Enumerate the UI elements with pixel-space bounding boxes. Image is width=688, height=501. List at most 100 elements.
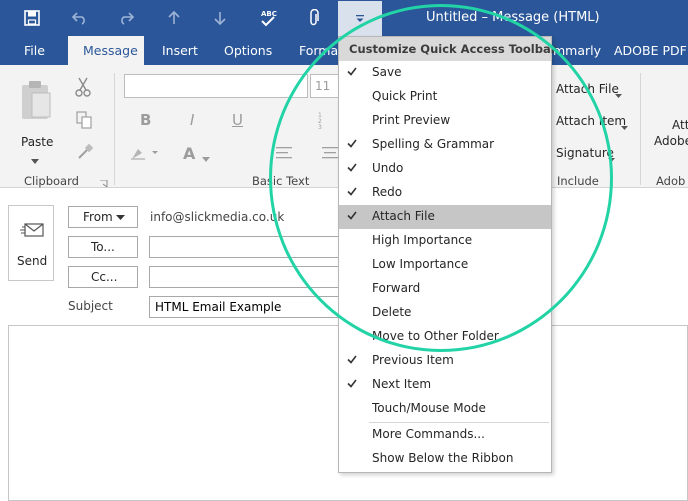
- font-size-value: 11: [315, 79, 331, 93]
- menu-item-low-importance[interactable]: Low Importance: [339, 253, 551, 277]
- font-color-button[interactable]: A: [183, 144, 195, 163]
- signature-button[interactable]: Signature: [556, 146, 614, 160]
- menu-item-save[interactable]: Save: [339, 61, 551, 85]
- menu-item-label: Show Below the Ribbon: [372, 451, 514, 465]
- menu-item-forward[interactable]: Forward: [339, 277, 551, 301]
- menu-item-high-importance[interactable]: High Importance: [339, 229, 551, 253]
- numbered-list-icon[interactable]: 123: [318, 111, 338, 132]
- title-bar: ABC Untitled – Message (HTML): [0, 0, 688, 36]
- send-envelope-icon: [20, 222, 44, 243]
- clipboard-group-label: Clipboard: [24, 174, 79, 188]
- send-label: Send: [17, 254, 48, 268]
- redo-icon[interactable]: [112, 4, 140, 32]
- customize-dropdown-icon: [356, 15, 364, 22]
- save-icon[interactable]: [18, 4, 46, 32]
- menu-item-next-item[interactable]: Next Item: [339, 373, 551, 397]
- format-painter-icon[interactable]: [76, 143, 94, 164]
- tab-options[interactable]: Options: [224, 36, 272, 65]
- from-label: From: [83, 210, 113, 224]
- copy-icon[interactable]: [76, 111, 92, 132]
- to-label: To...: [91, 240, 115, 254]
- menu-item-label: Save: [372, 65, 402, 79]
- menu-item-move-to-other-folder[interactable]: Move to Other Folder: [339, 325, 551, 349]
- next-item-icon[interactable]: [206, 4, 234, 32]
- customize-qat-dropdown-button[interactable]: [338, 1, 382, 36]
- menu-item-label: Low Importance: [372, 257, 469, 271]
- from-chevron-down-icon: [116, 215, 125, 220]
- basic-text-group-label: Basic Text: [252, 174, 310, 188]
- tab-insert[interactable]: Insert: [162, 36, 198, 65]
- menu-item-print-preview[interactable]: Print Preview: [339, 109, 551, 133]
- menu-item-label: More Commands...: [372, 427, 485, 441]
- tab-adobe-pdf[interactable]: ADOBE PDF: [614, 36, 687, 65]
- adobe-attach-label-2[interactable]: Adobe: [654, 134, 688, 148]
- clipboard-launcher-icon[interactable]: [100, 177, 108, 191]
- subject-field[interactable]: HTML Email Example: [149, 296, 349, 318]
- italic-button[interactable]: I: [190, 111, 194, 129]
- bold-button[interactable]: B: [140, 111, 151, 129]
- font-color-chevron-icon[interactable]: [202, 151, 210, 165]
- paste-icon[interactable]: [18, 79, 54, 123]
- customize-qat-menu: Customize Quick Access Toolbar Save Quic…: [338, 36, 556, 473]
- menu-item-undo[interactable]: Undo: [339, 157, 551, 181]
- menu-item-more-commands[interactable]: More Commands...: [339, 423, 551, 447]
- menu-item-touch-mouse-mode[interactable]: Touch/Mouse Mode: [339, 397, 551, 421]
- paste-button[interactable]: Paste: [21, 135, 53, 149]
- paste-chevron-down-icon[interactable]: [31, 153, 39, 167]
- menu-item-label: Print Preview: [372, 113, 451, 127]
- to-field[interactable]: [149, 236, 349, 258]
- checkmark-icon: [347, 187, 357, 196]
- attach-file-button[interactable]: Attach File: [556, 82, 619, 96]
- send-button[interactable]: Send: [8, 205, 54, 281]
- from-value: info@slickmedia.co.uk: [150, 210, 285, 224]
- underline-button[interactable]: U: [232, 111, 243, 129]
- previous-item-icon[interactable]: [160, 4, 188, 32]
- checkmark-icon: [347, 211, 357, 220]
- attach-file-chevron-icon[interactable]: [615, 87, 622, 101]
- menu-item-show-below-ribbon[interactable]: Show Below the Ribbon: [339, 447, 551, 471]
- checkmark-icon: [347, 379, 357, 388]
- ribbon-separator: [114, 73, 115, 185]
- cc-button[interactable]: Cc...: [68, 266, 138, 288]
- tab-format[interactable]: Format: [299, 36, 343, 65]
- font-name-input[interactable]: [124, 74, 308, 98]
- attach-item-chevron-icon[interactable]: [621, 119, 628, 133]
- highlight-pen-icon[interactable]: [130, 145, 158, 164]
- tab-file[interactable]: File: [24, 36, 45, 65]
- signature-chevron-icon[interactable]: [608, 151, 615, 165]
- checkmark-icon: [347, 355, 357, 364]
- window-title: Untitled – Message (HTML): [426, 10, 600, 25]
- menu-item-quick-print[interactable]: Quick Print: [339, 85, 551, 109]
- spelling-abc-icon[interactable]: ABC: [254, 4, 282, 32]
- cc-field[interactable]: [149, 266, 349, 288]
- menu-item-label: Redo: [372, 185, 403, 199]
- cc-label: Cc...: [91, 270, 118, 284]
- subject-label: Subject: [68, 299, 113, 313]
- menu-item-label: High Importance: [372, 233, 473, 247]
- menu-item-delete[interactable]: Delete: [339, 301, 551, 325]
- attach-item-button[interactable]: Attach Item: [556, 114, 626, 128]
- subject-value: HTML Email Example: [155, 300, 282, 314]
- include-group-label: Include: [557, 174, 599, 188]
- menu-item-attach-file[interactable]: Attach File: [339, 205, 551, 229]
- align-left-icon[interactable]: [276, 147, 294, 162]
- attach-paperclip-icon[interactable]: [300, 4, 328, 32]
- menu-item-previous-item[interactable]: Previous Item: [339, 349, 551, 373]
- menu-item-label: Touch/Mouse Mode: [372, 401, 486, 415]
- tab-message[interactable]: Message: [68, 36, 144, 66]
- menu-item-label: Move to Other Folder: [372, 329, 499, 343]
- tab-grammarly[interactable]: mmarly: [553, 36, 601, 65]
- checkmark-icon: [347, 67, 357, 76]
- menu-item-label: Delete: [372, 305, 412, 319]
- menu-item-redo[interactable]: Redo: [339, 181, 551, 205]
- to-button[interactable]: To...: [68, 236, 138, 258]
- undo-icon[interactable]: [66, 4, 94, 32]
- menu-item-label: Forward: [372, 281, 421, 295]
- menu-item-spelling-grammar[interactable]: Spelling & Grammar: [339, 133, 551, 157]
- checkmark-icon: [347, 163, 357, 172]
- font-size-input[interactable]: 11: [310, 74, 340, 98]
- adobe-attach-label[interactable]: Att: [672, 118, 688, 132]
- cut-scissors-icon[interactable]: [74, 77, 92, 100]
- from-button[interactable]: From: [68, 206, 138, 228]
- checkmark-icon: [347, 139, 357, 148]
